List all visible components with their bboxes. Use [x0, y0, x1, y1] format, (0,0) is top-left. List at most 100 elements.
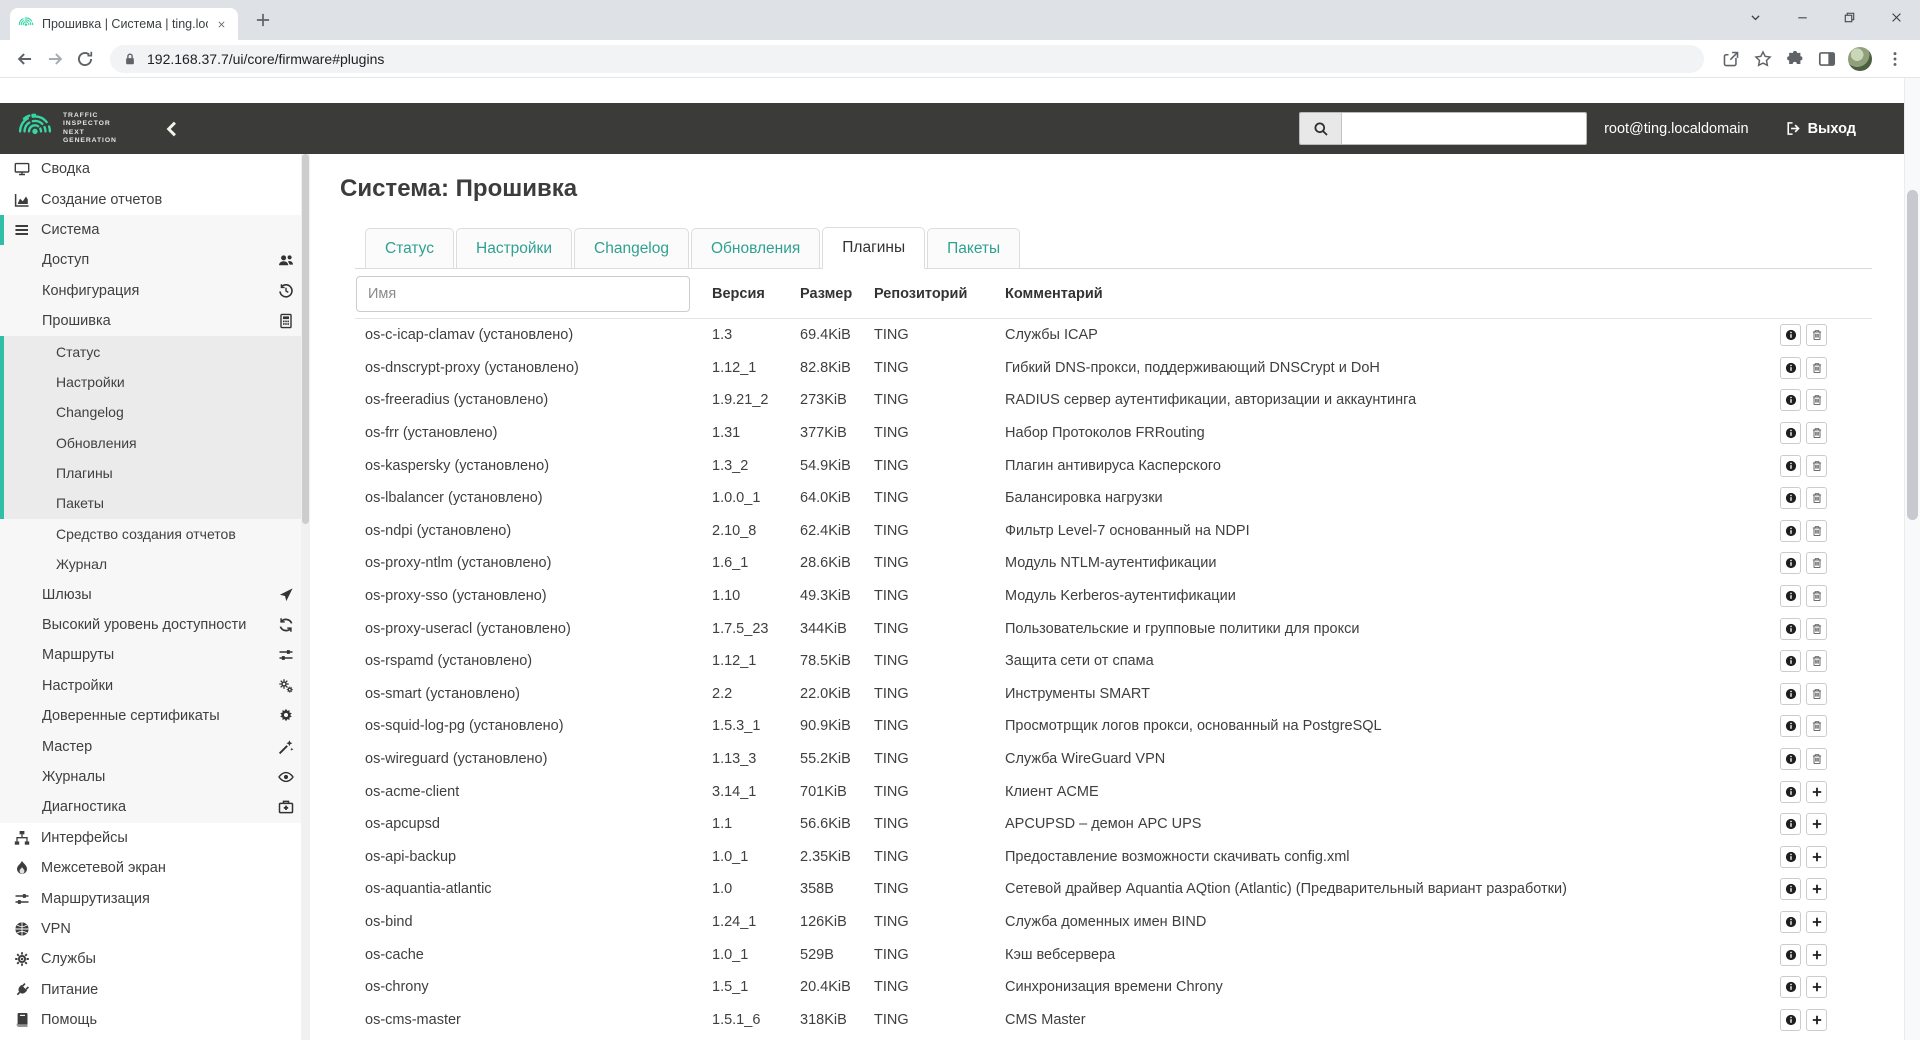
extensions-puzzle-icon[interactable] — [1780, 44, 1810, 74]
new-tab-button[interactable] — [254, 11, 272, 29]
sidebar-item-mezhsetevoy-ekran[interactable]: Межсетевой экран — [0, 853, 310, 883]
sidebar-item-vysokiy-uroven[interactable]: Высокий уровень доступности — [0, 609, 310, 641]
browser-tab[interactable]: Прошивка | Система | ting.localdomain — [10, 8, 238, 40]
tab-plaginy[interactable]: Плагины — [822, 227, 926, 269]
info-button[interactable] — [1780, 389, 1801, 412]
table-row[interactable]: os-api-backup 1.0_1 2.35KiB TING Предоставле… — [355, 841, 1872, 874]
sidebar-item-zhurnal[interactable]: Журнал — [0, 549, 310, 580]
remove-plugin-button[interactable] — [1806, 617, 1827, 640]
info-button[interactable] — [1780, 943, 1801, 966]
table-row[interactable]: os-proxy-sso (установлено) 1.10 49.3KiB TIN… — [355, 580, 1872, 613]
tab-close-icon[interactable] — [213, 16, 230, 33]
info-button[interactable] — [1780, 454, 1801, 477]
info-button[interactable] — [1780, 813, 1801, 836]
table-row[interactable]: os-frr (установлено) 1.31 377KiB TING Набор … — [355, 417, 1872, 450]
info-button[interactable] — [1780, 780, 1801, 803]
sidebar-item-plaginy[interactable]: Плагины — [0, 457, 310, 489]
forward-icon[interactable] — [40, 44, 70, 74]
tab-search-icon[interactable] — [1732, 0, 1779, 34]
reload-icon[interactable] — [70, 44, 100, 74]
bookmark-star-icon[interactable] — [1748, 44, 1778, 74]
side-panel-icon[interactable] — [1812, 44, 1842, 74]
sidebar-item-shlyuzy[interactable]: Шлюзы — [0, 579, 310, 610]
remove-plugin-button[interactable] — [1806, 682, 1827, 705]
info-button[interactable] — [1780, 845, 1801, 868]
remove-plugin-button[interactable] — [1806, 487, 1827, 510]
table-row[interactable]: os-chrony 1.5_1 20.4KiB TING Синхронизация в… — [355, 971, 1872, 1004]
remove-plugin-button[interactable] — [1806, 519, 1827, 542]
sidebar-item-sertifikaty[interactable]: Доверенные сертификаты — [0, 701, 310, 732]
page-scrollbar-thumb[interactable] — [1907, 190, 1918, 520]
sidebar-item-konfiguratsiya[interactable]: Конфигурация — [0, 275, 310, 306]
sidebar-item-sredstvo-otchetov[interactable]: Средство создания отчетов — [0, 518, 310, 550]
sidebar-item-status[interactable]: Статус — [0, 336, 310, 367]
sidebar-item-marshruty[interactable]: Маршруты — [0, 640, 310, 671]
table-row[interactable]: os-smart (установлено) 2.2 22.0KiB TING Инст… — [355, 678, 1872, 711]
remove-plugin-button[interactable] — [1806, 324, 1827, 347]
table-row[interactable]: os-ndpi (установлено) 2.10_8 62.4KiB TING Фи… — [355, 515, 1872, 548]
table-row[interactable]: os-acme-client 3.14_1 701KiB TING Клиент ACM… — [355, 775, 1872, 808]
info-button[interactable] — [1780, 650, 1801, 673]
tab-obnovleniya[interactable]: Обновления — [691, 228, 821, 269]
info-button[interactable] — [1780, 715, 1801, 738]
page-scrollbar[interactable] — [1904, 78, 1920, 1040]
sidebar-item-pitanie[interactable]: Питание — [0, 975, 310, 1005]
install-plugin-button[interactable] — [1806, 943, 1827, 966]
info-button[interactable] — [1780, 976, 1801, 999]
sidebar-scrollbar[interactable] — [301, 154, 310, 1040]
sidebar-item-sluzhby[interactable]: Службы — [0, 944, 310, 974]
table-row[interactable]: os-kaspersky (установлено) 1.3_2 54.9KiB TI… — [355, 449, 1872, 482]
remove-plugin-button[interactable] — [1806, 422, 1827, 445]
info-button[interactable] — [1780, 356, 1801, 379]
table-row[interactable]: os-c-icap-clamav (установлено) 1.3 69.4KiB… — [355, 319, 1872, 352]
info-button[interactable] — [1780, 878, 1801, 901]
table-row[interactable]: os-proxy-ntlm (установлено) 1.6_1 28.6KiB T… — [355, 547, 1872, 580]
table-row[interactable]: os-rspamd (установлено) 1.12_1 78.5KiB TING… — [355, 645, 1872, 678]
install-plugin-button[interactable] — [1806, 910, 1827, 933]
window-close-icon[interactable] — [1873, 0, 1920, 34]
tab-pakety[interactable]: Пакеты — [927, 228, 1021, 269]
info-button[interactable] — [1780, 422, 1801, 445]
remove-plugin-button[interactable] — [1806, 356, 1827, 379]
info-button[interactable] — [1780, 324, 1801, 347]
sidebar-item-changelog[interactable]: Changelog — [0, 397, 310, 428]
share-icon[interactable] — [1716, 44, 1746, 74]
table-row[interactable]: os-lbalancer (установлено) 1.0.0_1 64.0KiB… — [355, 482, 1872, 515]
table-row[interactable]: os-cms-master 1.5.1_6 318KiB TING CMS Master — [355, 1003, 1872, 1036]
info-button[interactable] — [1780, 585, 1801, 608]
info-button[interactable] — [1780, 748, 1801, 771]
tab-changelog[interactable]: Changelog — [574, 228, 689, 269]
address-bar[interactable]: 192.168.37.7/ui/core/firmware#plugins — [110, 44, 1704, 73]
sidebar-item-sozdanie-otchetov[interactable]: Создание отчетов — [0, 184, 310, 214]
info-button[interactable] — [1780, 1008, 1801, 1031]
global-search-input[interactable] — [1342, 113, 1587, 144]
remove-plugin-button[interactable] — [1806, 715, 1827, 738]
tab-nastroyki[interactable]: Настройки — [456, 228, 573, 269]
sidebar-item-sistema[interactable]: Система — [0, 214, 310, 246]
sidebar-item-dostup[interactable]: Доступ — [0, 245, 310, 276]
sidebar-item-vpn[interactable]: VPN — [0, 914, 310, 944]
remove-plugin-button[interactable] — [1806, 454, 1827, 477]
table-row[interactable]: os-squid-log-pg (установлено) 1.5.3_1 90.9… — [355, 710, 1872, 743]
sidebar-item-zhurnaly[interactable]: Журналы — [0, 761, 310, 793]
remove-plugin-button[interactable] — [1806, 389, 1827, 412]
install-plugin-button[interactable] — [1806, 845, 1827, 868]
info-button[interactable] — [1780, 487, 1801, 510]
sidebar-item-interfeysy[interactable]: Интерфейсы — [0, 823, 310, 853]
table-row[interactable]: os-cache 1.0_1 529B TING Кэш вебсервера — [355, 938, 1872, 971]
table-row[interactable]: os-dnscrypt-proxy (установлено) 1.12_1 82.… — [355, 352, 1872, 385]
window-minimize-icon[interactable] — [1779, 0, 1826, 34]
info-button[interactable] — [1780, 552, 1801, 575]
sidebar-item-master[interactable]: Мастер — [0, 731, 310, 762]
remove-plugin-button[interactable] — [1806, 552, 1827, 575]
tab-status[interactable]: Статус — [365, 228, 454, 269]
sidebar-collapse-icon[interactable] — [163, 120, 181, 138]
search-icon[interactable] — [1300, 113, 1343, 144]
install-plugin-button[interactable] — [1806, 813, 1827, 836]
window-restore-icon[interactable] — [1826, 0, 1873, 34]
browser-profile-avatar[interactable] — [1848, 46, 1872, 71]
browser-menu-kebab-icon[interactable] — [1880, 44, 1910, 74]
table-row[interactable]: os-proxy-useracl (установлено) 1.7.5_23 34… — [355, 612, 1872, 645]
remove-plugin-button[interactable] — [1806, 585, 1827, 608]
sidebar-item-svodka[interactable]: Сводка — [0, 154, 310, 184]
